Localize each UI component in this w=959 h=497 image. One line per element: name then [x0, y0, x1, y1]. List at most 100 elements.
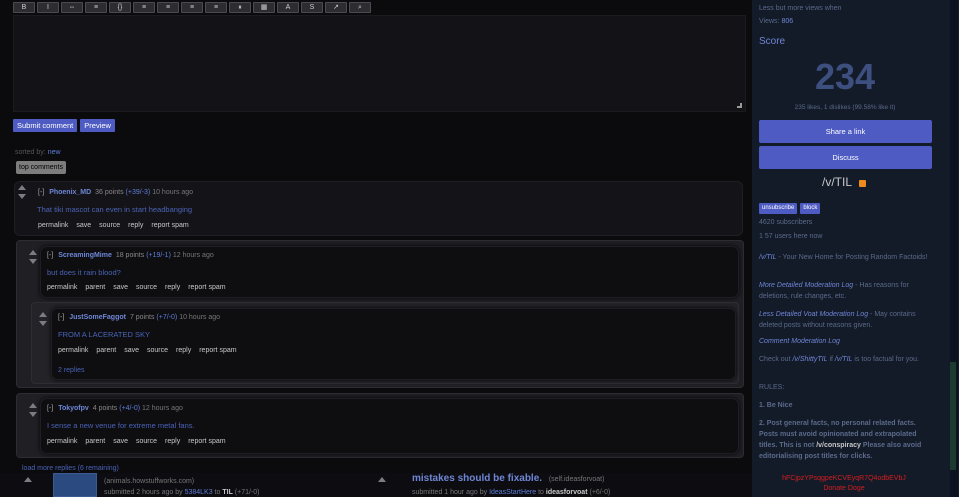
collapse-toggle[interactable]: [-]: [47, 405, 53, 412]
source-link[interactable]: source: [136, 438, 157, 445]
comment-moderation-log-link[interactable]: Comment Moderation Log: [759, 338, 840, 345]
downvote-icon[interactable]: [18, 194, 26, 199]
pause-icon[interactable]: ⏸: [229, 2, 251, 13]
strike-icon[interactable]: S: [301, 2, 323, 13]
online-count: 1 57 users here now: [759, 233, 823, 240]
submitted-label: submitted 2 hours ago by: [104, 489, 183, 496]
save-link[interactable]: save: [76, 222, 91, 229]
reply-link[interactable]: reply: [165, 284, 180, 291]
downvote-icon[interactable]: [29, 412, 37, 417]
submitter-link[interactable]: IdeasStartHere: [489, 489, 536, 496]
til-link[interactable]: /v/TIL: [835, 356, 853, 363]
parent-link[interactable]: parent: [96, 347, 116, 354]
vote-arrows: [18, 185, 26, 199]
upvote-icon[interactable]: [29, 250, 37, 255]
font-icon[interactable]: A: [277, 2, 299, 13]
subverse-link[interactable]: ideasforvoat: [546, 489, 588, 496]
donate-notice: hFCjpzYPsqgpeKCVEyqR7Q4odbEVbJ Donate Do…: [759, 474, 929, 494]
quote-icon[interactable]: ≡: [85, 2, 107, 13]
collapse-toggle[interactable]: [-]: [58, 314, 64, 321]
upvote-icon[interactable]: [18, 185, 26, 190]
numbered-list-icon[interactable]: ≡: [157, 2, 179, 13]
bold-icon[interactable]: B: [13, 2, 35, 13]
main-column: B I ⇔ ≡ {} ≡ ≡ ≡ ≡ ⏸ ▦ A S ↗ ⌕ Submit co…: [0, 0, 752, 497]
save-link[interactable]: save: [113, 284, 128, 291]
save-link[interactable]: save: [124, 347, 139, 354]
more-replies-link[interactable]: 2 replies: [58, 367, 84, 374]
source-link[interactable]: source: [136, 284, 157, 291]
sort-new-link[interactable]: new: [48, 149, 61, 156]
upvote-icon[interactable]: [29, 403, 37, 408]
save-link[interactable]: save: [113, 438, 128, 445]
permalink-link[interactable]: permalink: [38, 222, 68, 229]
comment-score: 36 points: [95, 189, 124, 196]
comment-age: 12 hours ago: [172, 252, 214, 259]
voat-moderation-log-link[interactable]: Less Detailed Voat Moderation Log: [759, 311, 868, 318]
source-link[interactable]: source: [99, 222, 120, 229]
collapse-toggle[interactable]: [-]: [38, 189, 44, 196]
unsubscribe-button[interactable]: unsubscribe: [759, 203, 798, 214]
expand-icon[interactable]: ↗: [325, 2, 347, 13]
report-spam-link[interactable]: report spam: [199, 347, 236, 354]
code-icon[interactable]: {}: [109, 2, 131, 13]
report-spam-link[interactable]: report spam: [188, 438, 225, 445]
upvote-icon[interactable]: [378, 477, 386, 482]
comment-author[interactable]: Phoenix_MD: [49, 189, 91, 196]
collapse-toggle[interactable]: [-]: [47, 252, 53, 259]
report-spam-link[interactable]: report spam: [188, 284, 225, 291]
comment-author[interactable]: ScreamingMime: [58, 252, 112, 259]
upvote-icon[interactable]: [39, 312, 47, 317]
upvote-icon[interactable]: [24, 477, 32, 482]
bullet-list-icon[interactable]: ≡: [133, 2, 155, 13]
search-icon[interactable]: ⌕: [349, 2, 371, 13]
hr-icon[interactable]: ≡: [205, 2, 227, 13]
preview-button[interactable]: Preview: [80, 119, 115, 132]
reply-link[interactable]: reply: [176, 347, 191, 354]
submission-thumbnail[interactable]: [53, 473, 97, 497]
reply-link[interactable]: reply: [128, 222, 143, 229]
comment-author[interactable]: Tokyofpv: [58, 405, 89, 412]
submission-domain[interactable]: (self.ideasforvoat): [549, 476, 605, 483]
rss-icon[interactable]: [859, 180, 866, 187]
scrollbar-thumb[interactable]: [950, 362, 956, 470]
table-icon[interactable]: ▦: [253, 2, 275, 13]
resize-handle-icon[interactable]: [737, 103, 742, 108]
heading-icon[interactable]: ≡: [181, 2, 203, 13]
permalink-link[interactable]: permalink: [58, 347, 88, 354]
permalink-link[interactable]: permalink: [47, 438, 77, 445]
comment-textarea[interactable]: [13, 15, 746, 112]
source-link[interactable]: source: [147, 347, 168, 354]
link-icon[interactable]: ⇔: [61, 2, 83, 13]
comment-votes: (+19/-1): [146, 252, 171, 259]
comment-actions: permalink parent save source reply repor…: [47, 284, 226, 291]
top-comments-tab[interactable]: top comments: [16, 161, 66, 174]
conspiracy-link[interactable]: /v/conspiracy: [816, 442, 861, 449]
parent-link[interactable]: parent: [85, 284, 105, 291]
moderation-log-link[interactable]: More Detailed Moderation Log: [759, 282, 853, 289]
subverse-name[interactable]: /v/TIL: [822, 175, 852, 189]
submission-title-text[interactable]: mistakes should be fixable.: [412, 473, 542, 484]
permalink-link[interactable]: permalink: [47, 284, 77, 291]
comment-tagline: [-] JustSomeFaggot 7 points (+7/-0) 10 h…: [58, 314, 220, 321]
submit-comment-button[interactable]: Submit comment: [13, 119, 78, 132]
subverse-link[interactable]: /v/TIL: [759, 254, 777, 261]
submitted-label: submitted 1 hour ago by: [412, 489, 488, 496]
share-link-button[interactable]: Share a link: [759, 120, 932, 143]
submission-title[interactable]: mistakes should be fixable. (self.ideasf…: [412, 473, 604, 484]
subverse-link[interactable]: TIL: [222, 489, 233, 496]
italic-icon[interactable]: I: [37, 2, 59, 13]
submitter-link[interactable]: 5384LK3: [185, 489, 213, 496]
shittytil-link[interactable]: /v/ShittyTIL: [792, 356, 827, 363]
parent-link[interactable]: parent: [85, 438, 105, 445]
comment-author[interactable]: JustSomeFaggot: [69, 314, 126, 321]
reply-link[interactable]: reply: [165, 438, 180, 445]
score-heading: Score: [759, 36, 786, 47]
block-button[interactable]: block: [800, 203, 821, 214]
scrollbar[interactable]: [950, 0, 958, 497]
report-spam-link[interactable]: report spam: [151, 222, 188, 229]
downvote-icon[interactable]: [39, 321, 47, 326]
discuss-button[interactable]: Discuss: [759, 146, 932, 169]
comment: [-] Phoenix_MD 36 points (+39/-3) 10 hou…: [14, 181, 743, 236]
load-more-replies-link[interactable]: load more replies (6 remaining): [22, 465, 119, 472]
downvote-icon[interactable]: [29, 259, 37, 264]
